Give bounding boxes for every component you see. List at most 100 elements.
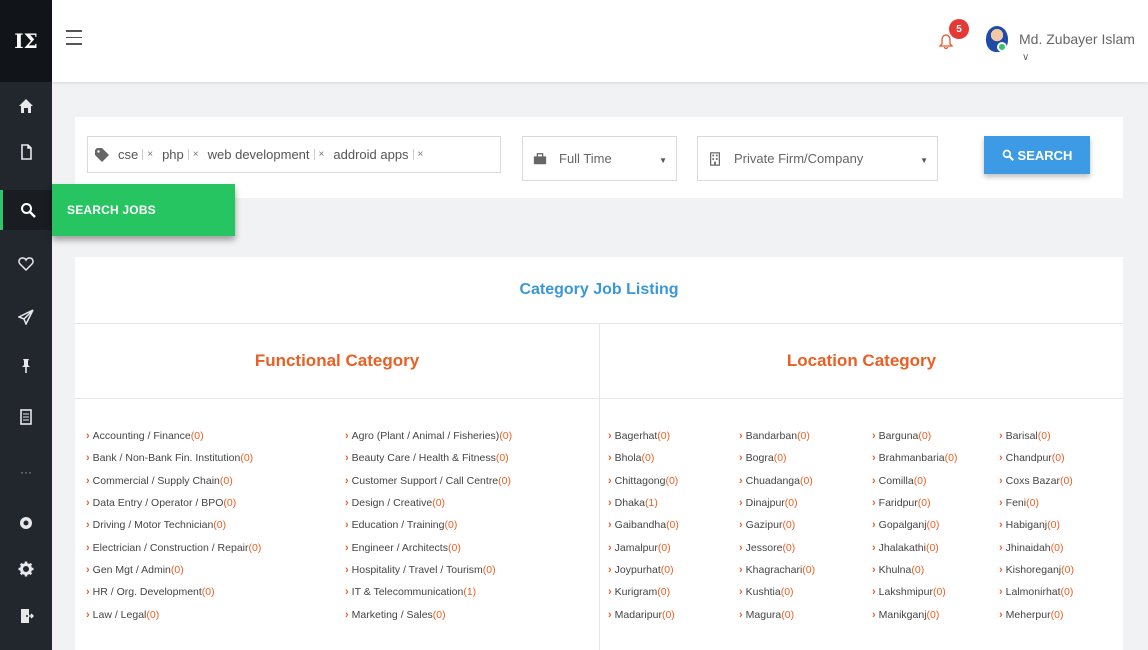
category-link[interactable]: › Magura (0) (739, 603, 815, 625)
job-type-select[interactable]: Full Time ▼ (522, 136, 677, 181)
category-link[interactable]: › HR / Org. Development (0) (86, 581, 261, 603)
category-name: Bandarban (745, 430, 798, 443)
category-link[interactable]: › Feni (0) (999, 492, 1074, 514)
category-link[interactable]: › Khulna (0) (872, 559, 957, 581)
send-icon[interactable] (0, 297, 52, 337)
job-count: (0) (661, 608, 675, 621)
category-link[interactable]: › Barguna (0) (872, 425, 957, 447)
category-link[interactable]: › Dhaka (1) (608, 492, 679, 514)
keyword-tag[interactable]: cse × (118, 147, 157, 162)
category-name: Chandpur (1005, 452, 1052, 465)
chevron-right-icon: › (608, 497, 612, 510)
remove-tag-icon[interactable]: × (313, 149, 329, 160)
home-icon[interactable] (0, 86, 52, 126)
category-link[interactable]: › Jhalakathi (0) (872, 536, 957, 558)
category-link[interactable]: › Bagerhat (0) (608, 425, 679, 447)
category-link[interactable]: › Gazipur (0) (739, 514, 815, 536)
category-link[interactable]: › Commercial / Supply Chain (0) (86, 470, 261, 492)
file-icon[interactable] (0, 132, 52, 172)
category-link[interactable]: › Kurigram (0) (608, 581, 679, 603)
category-link[interactable]: › Comilla (0) (872, 470, 957, 492)
category-link[interactable]: › Chandpur (0) (999, 447, 1074, 469)
chevron-right-icon: › (608, 430, 612, 443)
category-link[interactable]: › Barisal (0) (999, 425, 1074, 447)
category-link[interactable]: › Customer Support / Call Centre (0) (345, 470, 512, 492)
category-link[interactable]: › Joypurhat (0) (608, 559, 679, 581)
category-name: Commercial / Supply Chain (92, 474, 220, 487)
category-link[interactable]: › Engineer / Architects (0) (345, 536, 512, 558)
category-link[interactable]: › Jhinaidah (0) (999, 536, 1074, 558)
category-link[interactable]: › Coxs Bazar (0) (999, 470, 1074, 492)
category-link[interactable]: › Manikganj (0) (872, 603, 957, 625)
category-link[interactable]: › Accounting / Finance (0) (86, 425, 261, 447)
logout-icon[interactable] (0, 596, 52, 636)
organization-type-select[interactable]: Private Firm/Company ▼ (697, 136, 938, 181)
category-link[interactable]: › Kushtia (0) (739, 581, 815, 603)
search-jobs-flyout[interactable]: SEARCH JOBS (52, 184, 235, 236)
category-name: Joypurhat (614, 563, 661, 576)
category-link[interactable]: › Faridpur (0) (872, 492, 957, 514)
remove-tag-icon[interactable]: × (412, 149, 428, 160)
gear-icon[interactable] (0, 549, 52, 589)
category-link[interactable]: › IT & Telecommunication (1) (345, 581, 512, 603)
category-link[interactable]: › Data Entry / Operator / BPO (0) (86, 492, 261, 514)
category-link[interactable]: › Hospitality / Travel / Tourism (0) (345, 559, 512, 581)
category-link[interactable]: › Bank / Non-Bank Fin. Institution (0) (86, 447, 261, 469)
category-link[interactable]: › Habiganj (0) (999, 514, 1074, 536)
more-icon[interactable]: ··· (0, 452, 52, 492)
category-link[interactable]: › Gopalganj (0) (872, 514, 957, 536)
chevron-right-icon: › (999, 474, 1003, 487)
chevron-right-icon: › (872, 452, 876, 465)
job-count: (0) (780, 586, 794, 599)
menu-toggle-icon[interactable] (66, 30, 82, 46)
category-link[interactable]: › Driving / Motor Technician (0) (86, 514, 261, 536)
category-link[interactable]: › Chuadanga (0) (739, 470, 815, 492)
heart-icon[interactable] (0, 244, 52, 284)
keyword-tag[interactable]: addroid apps × (333, 147, 427, 162)
category-link[interactable]: › Meherpur (0) (999, 603, 1074, 625)
search-icon[interactable] (0, 190, 52, 230)
category-link[interactable]: › Gen Mgt / Admin (0) (86, 559, 261, 581)
remove-tag-icon[interactable]: × (187, 149, 203, 160)
category-link[interactable]: › Lakshmipur (0) (872, 581, 957, 603)
category-link[interactable]: › Chittagong (0) (608, 470, 679, 492)
user-menu[interactable]: Md. Zubayer Islam ∨ (1019, 31, 1148, 63)
job-count: (0) (1037, 430, 1051, 443)
category-name: Chittagong (614, 474, 666, 487)
category-link[interactable]: › Electrician / Construction / Repair (0) (86, 536, 261, 558)
category-link[interactable]: › Brahmanbaria (0) (872, 447, 957, 469)
category-link[interactable]: › Madaripur (0) (608, 603, 679, 625)
document-icon[interactable] (0, 397, 52, 437)
chevron-right-icon: › (999, 608, 1003, 621)
category-link[interactable]: › Dinajpur (0) (739, 492, 815, 514)
category-link[interactable]: › Lalmonirhat (0) (999, 581, 1074, 603)
keyword-tag[interactable]: web development × (208, 147, 329, 162)
app-logo[interactable]: ΙΣ (0, 0, 52, 82)
category-link[interactable]: › Beauty Care / Health & Fitness (0) (345, 447, 512, 469)
category-link[interactable]: › Education / Training (0) (345, 514, 512, 536)
category-link[interactable]: › Law / Legal (0) (86, 603, 261, 625)
category-link[interactable]: › Design / Creative (0) (345, 492, 512, 514)
remove-tag-icon[interactable]: × (142, 149, 157, 160)
category-link[interactable]: › Khagrachari (0) (739, 559, 815, 581)
category-link[interactable]: › Jessore (0) (739, 536, 815, 558)
category-link[interactable]: › Kishoreganj (0) (999, 559, 1074, 581)
chevron-right-icon: › (739, 430, 743, 443)
category-link[interactable]: › Gaibandha (0) (608, 514, 679, 536)
category-link[interactable]: › Bogra (0) (739, 447, 815, 469)
job-count: (0) (146, 608, 160, 621)
search-button[interactable]: SEARCH (984, 136, 1090, 174)
pin-icon[interactable] (0, 346, 52, 386)
category-name: Hospitality / Travel / Tourism (351, 563, 483, 576)
category-link[interactable]: › Bandarban (0) (739, 425, 815, 447)
keyword-tag-input[interactable]: cse × php × web development × addroid apps × (87, 136, 501, 173)
category-link[interactable]: › Jamalpur (0) (608, 536, 679, 558)
category-link[interactable]: › Bhola (0) (608, 447, 679, 469)
category-link[interactable]: › Marketing / Sales (0) (345, 603, 512, 625)
notification-badge[interactable]: 5 (949, 19, 969, 39)
eye-icon[interactable] (0, 503, 52, 543)
category-listing-card: Category Job Listing Functional Category… (75, 257, 1123, 650)
keyword-tag[interactable]: php × (162, 147, 203, 162)
bell-icon[interactable] (938, 34, 954, 55)
category-link[interactable]: › Agro (Plant / Animal / Fisheries) (0) (345, 425, 512, 447)
